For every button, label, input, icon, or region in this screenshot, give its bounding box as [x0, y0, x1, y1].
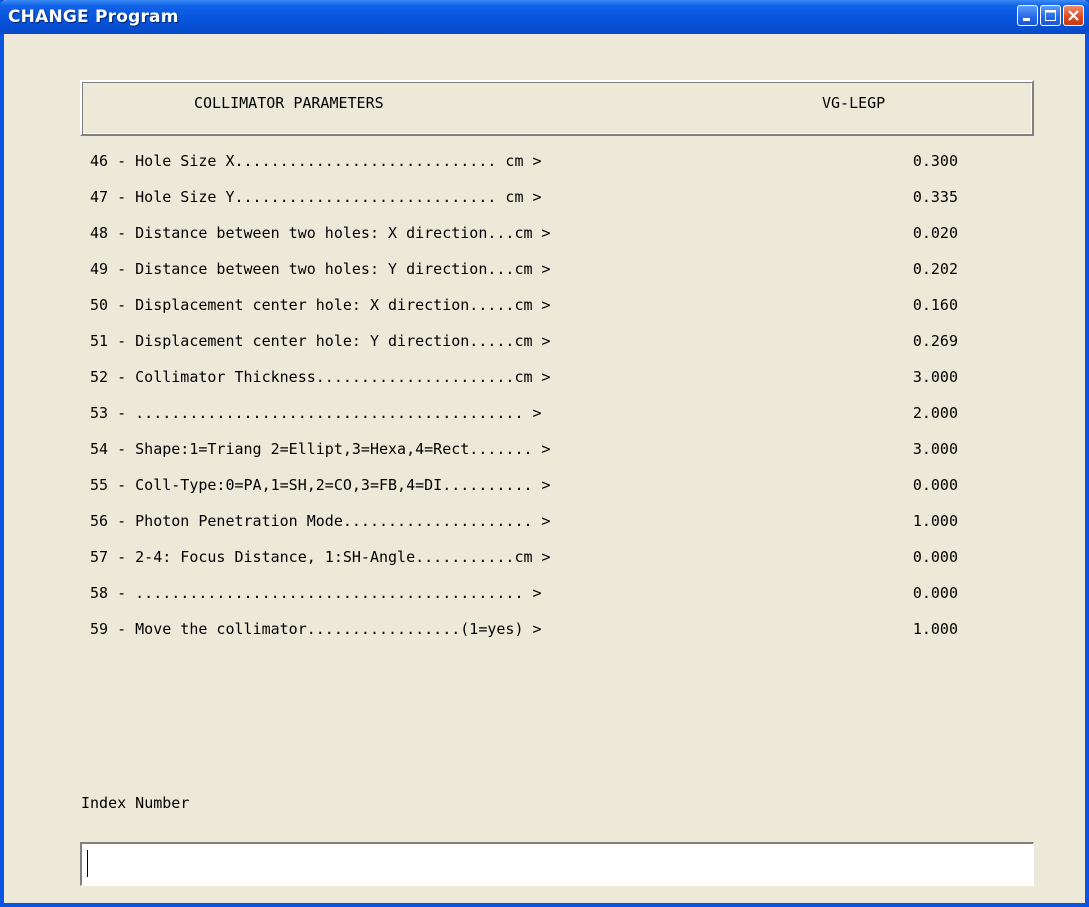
parameter-value: 0.335 [912, 188, 958, 206]
parameter-value: 3.000 [912, 440, 958, 458]
parameter-label: 47 - Hole Size Y........................… [90, 188, 542, 206]
minimize-icon [1023, 18, 1030, 21]
parameter-row: 46 - Hole Size X........................… [90, 152, 990, 174]
parameter-label: 53 - ...................................… [90, 404, 542, 422]
parameter-row: 50 - Displacement center hole: X directi… [90, 296, 990, 318]
parameter-value: 2.000 [912, 404, 958, 422]
parameter-row: 55 - Coll-Type:0=PA,1=SH,2=CO,3=FB,4=DI.… [90, 476, 990, 498]
parameter-label: 55 - Coll-Type:0=PA,1=SH,2=CO,3=FB,4=DI.… [90, 476, 551, 494]
parameter-label: 57 - 2-4: Focus Distance, 1:SH-Angle....… [90, 548, 551, 566]
parameter-label: 46 - Hole Size X........................… [90, 152, 542, 170]
parameter-label: 54 - Shape:1=Triang 2=Ellipt,3=Hexa,4=Re… [90, 440, 551, 458]
parameter-label: 49 - Distance between two holes: Y direc… [90, 260, 551, 278]
parameter-row: 57 - 2-4: Focus Distance, 1:SH-Angle....… [90, 548, 990, 570]
parameter-value: 0.020 [912, 224, 958, 242]
parameter-row: 49 - Distance between two holes: Y direc… [90, 260, 990, 282]
parameter-row: 59 - Move the collimator................… [90, 620, 990, 642]
parameter-label: 58 - ...................................… [90, 584, 542, 602]
parameter-row: 53 - ...................................… [90, 404, 990, 426]
header-column-label: VG-LEGP [822, 94, 886, 112]
parameter-row: 52 - Collimator Thickness...............… [90, 368, 990, 390]
index-number-input[interactable] [80, 842, 1034, 886]
header-title: COLLIMATOR PARAMETERS [194, 94, 384, 112]
parameter-value: 0.000 [912, 476, 958, 494]
parameter-label: 56 - Photon Penetration Mode............… [90, 512, 551, 530]
parameter-label: 50 - Displacement center hole: X directi… [90, 296, 551, 314]
parameter-row: 48 - Distance between two holes: X direc… [90, 224, 990, 246]
maximize-button[interactable] [1040, 5, 1061, 26]
parameter-row: 54 - Shape:1=Triang 2=Ellipt,3=Hexa,4=Re… [90, 440, 990, 462]
parameter-value: 0.000 [912, 548, 958, 566]
parameter-value: 0.202 [912, 260, 958, 278]
parameter-row: 51 - Displacement center hole: Y directi… [90, 332, 990, 354]
parameter-value: 1.000 [912, 512, 958, 530]
maximize-icon [1045, 10, 1056, 21]
close-button[interactable] [1063, 5, 1084, 26]
text-caret [87, 850, 88, 877]
parameter-value: 0.000 [912, 584, 958, 602]
close-icon [1068, 10, 1079, 21]
parameter-value: 1.000 [912, 620, 958, 638]
index-number-label: Index Number [81, 794, 190, 812]
parameter-label: 48 - Distance between two holes: X direc… [90, 224, 551, 242]
parameter-row: 58 - ...................................… [90, 584, 990, 606]
parameters-header: COLLIMATOR PARAMETERS VG-LEGP [80, 80, 1034, 136]
parameter-label: 51 - Displacement center hole: Y directi… [90, 332, 551, 350]
change-program-window: CHANGE Program COLLIMATOR PARAMETERS VG-… [0, 0, 1089, 907]
minimize-button[interactable] [1017, 5, 1038, 26]
parameter-value: 0.269 [912, 332, 958, 350]
parameter-value: 0.300 [912, 152, 958, 170]
title-bar[interactable]: CHANGE Program [0, 0, 1089, 34]
parameter-row: 56 - Photon Penetration Mode............… [90, 512, 990, 534]
parameter-label: 59 - Move the collimator................… [90, 620, 542, 638]
parameter-row: 47 - Hole Size Y........................… [90, 188, 990, 210]
parameter-value: 3.000 [912, 368, 958, 386]
window-title: CHANGE Program [8, 7, 179, 27]
parameter-label: 52 - Collimator Thickness...............… [90, 368, 551, 386]
parameter-value: 0.160 [912, 296, 958, 314]
